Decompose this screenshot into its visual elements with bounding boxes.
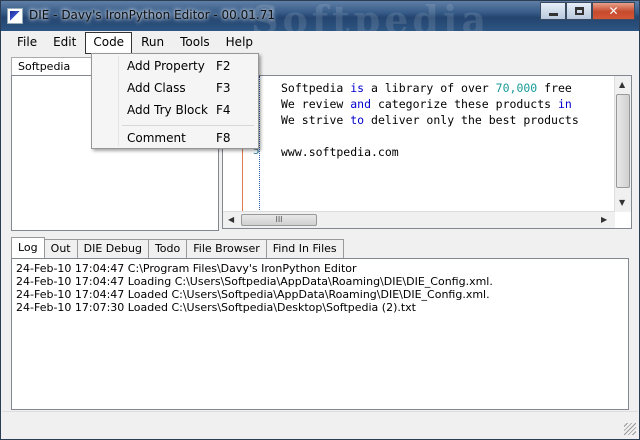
- close-icon: ✕: [608, 4, 619, 18]
- menu-item-add-class[interactable]: Add Class F3: [94, 78, 256, 98]
- minimize-button[interactable]: [540, 2, 566, 20]
- menu-item-label: Comment: [127, 131, 186, 145]
- menu-item-add-try-block[interactable]: Add Try Block F4: [94, 100, 256, 120]
- output-tabs: Log Out DIE Debug Todo File Browser Find…: [11, 237, 344, 258]
- menu-edit[interactable]: Edit: [46, 32, 83, 54]
- tab-find-in-files[interactable]: Find In Files: [265, 239, 344, 258]
- code-token: We strive: [281, 113, 351, 127]
- scroll-left-icon[interactable]: ◀: [228, 215, 234, 224]
- menu-code[interactable]: Code: [85, 32, 133, 54]
- log-line: 24-Feb-10 17:04:47 Loaded C:\Users\Softp…: [16, 288, 490, 301]
- tab-log[interactable]: Log: [11, 237, 45, 258]
- tab-out[interactable]: Out: [43, 239, 78, 258]
- menu-tools[interactable]: Tools: [173, 32, 217, 54]
- menu-separator: [122, 125, 254, 126]
- status-bar: [2, 411, 638, 437]
- log-line: 24-Feb-10 17:04:47 C:\Program Files\Davy…: [16, 262, 357, 275]
- scroll-right-icon[interactable]: ▶: [601, 215, 607, 224]
- scroll-up-icon[interactable]: ▲: [619, 80, 625, 89]
- file-tab[interactable]: Softpedia (2).txt: [11, 57, 97, 86]
- window-controls: ✕: [540, 2, 635, 20]
- log-output[interactable]: 24-Feb-10 17:04:47 C:\Program Files\Davy…: [11, 258, 629, 410]
- code-line[interactable]: We review and categorize these products …: [281, 96, 579, 112]
- menu-file[interactable]: File: [10, 32, 44, 54]
- horizontal-scrollbar[interactable]: ◀ III ▶: [223, 211, 615, 228]
- horizontal-scroll-thumb[interactable]: III: [241, 214, 317, 226]
- code-token: free: [537, 81, 572, 95]
- code-line[interactable]: Softpedia is a library of over 70,000 fr…: [281, 80, 579, 96]
- menu-item-label: Add Class: [127, 81, 186, 95]
- code-text[interactable]: Softpedia is a library of over 70,000 fr…: [281, 80, 579, 160]
- code-token: Softpedia: [281, 81, 351, 95]
- code-keyword: and: [350, 97, 372, 111]
- code-token: categorize these products: [371, 97, 558, 111]
- log-line: 24-Feb-10 17:07:30 Loaded C:\Users\Softp…: [16, 301, 416, 314]
- log-line: 24-Feb-10 17:04:47 Loading C:\Users\Soft…: [16, 275, 493, 288]
- tab-todo[interactable]: Todo: [147, 239, 188, 258]
- menu-item-shortcut: F2: [216, 59, 231, 73]
- app-window: Softpedia DIE - Davy's IronPython Editor…: [0, 0, 640, 440]
- maximize-icon: [574, 7, 584, 15]
- code-token: www.softpedia.com: [281, 145, 399, 159]
- menu-item-label: Add Try Block: [127, 103, 208, 117]
- code-menu-dropdown: Add Property F2 Add Class F3 Add Try Blo…: [91, 53, 259, 149]
- code-token: deliver only the best products: [364, 113, 579, 127]
- title-bar[interactable]: Softpedia DIE - Davy's IronPython Editor…: [1, 0, 639, 42]
- vertical-scrollbar[interactable]: ▲ ▼: [614, 76, 631, 212]
- menu-item-shortcut: F4: [216, 103, 231, 117]
- close-button[interactable]: ✕: [592, 2, 635, 20]
- menu-bar: File Edit Code Run Tools Help: [2, 32, 638, 54]
- code-keyword: in: [557, 97, 572, 111]
- menu-run[interactable]: Run: [134, 32, 171, 54]
- resize-grip-icon[interactable]: [624, 423, 636, 435]
- code-token: We review: [281, 97, 351, 111]
- tab-file-browser[interactable]: File Browser: [186, 239, 267, 258]
- menu-item-shortcut: F8: [216, 131, 231, 145]
- code-number: 70,000: [495, 81, 538, 95]
- code-editor[interactable]: 5 Softpedia is a library of over 70,000 …: [222, 75, 632, 229]
- menu-item-add-property[interactable]: Add Property F2: [94, 56, 256, 76]
- vertical-scroll-thumb[interactable]: [616, 94, 630, 188]
- menu-item-comment[interactable]: Comment F8: [94, 128, 256, 148]
- menu-help[interactable]: Help: [219, 32, 260, 54]
- menu-item-label: Add Property: [127, 59, 205, 73]
- menu-item-shortcut: F3: [216, 81, 231, 95]
- tab-die-debug[interactable]: DIE Debug: [76, 239, 149, 258]
- window-title: DIE - Davy's IronPython Editor - 00.01.7…: [29, 8, 275, 22]
- scroll-down-icon[interactable]: ▼: [619, 198, 625, 207]
- maximize-button[interactable]: [566, 2, 592, 20]
- code-keyword: is: [350, 81, 365, 95]
- code-line[interactable]: We strive to deliver only the best produ…: [281, 112, 579, 128]
- code-token: a library of over: [364, 81, 496, 95]
- code-line[interactable]: www.softpedia.com: [281, 144, 579, 160]
- app-icon[interactable]: [7, 8, 23, 24]
- code-keyword: to: [350, 113, 365, 127]
- minimize-icon: [548, 12, 558, 16]
- code-line[interactable]: [281, 128, 579, 144]
